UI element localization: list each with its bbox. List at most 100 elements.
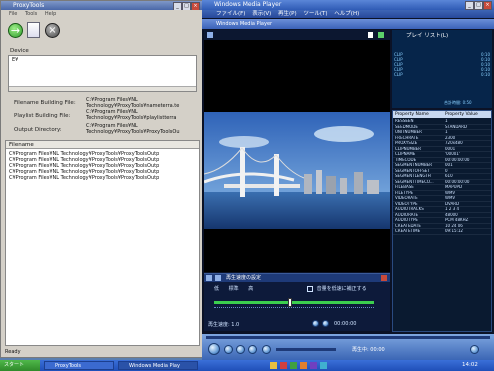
wmp-title: Windows Media Player bbox=[214, 1, 282, 8]
tray-icon[interactable] bbox=[320, 362, 327, 369]
property-row[interactable]: CREATETIME 09:15:12 bbox=[393, 229, 491, 235]
document-icon[interactable] bbox=[27, 22, 40, 38]
property-value: MAPUPD bbox=[445, 185, 463, 189]
wmp-titlebar[interactable]: Windows Media Player _ □ × bbox=[202, 0, 494, 10]
tray-icon[interactable] bbox=[280, 362, 287, 369]
taskbar-clock: 14:02 bbox=[462, 362, 478, 368]
file-list[interactable]: Filename C¥Program Files¥NL Technology¥P… bbox=[5, 140, 200, 346]
menu-tools[interactable]: Tools bbox=[25, 11, 37, 17]
tray-icon[interactable] bbox=[270, 362, 277, 369]
time-readout: 00:00:00 bbox=[334, 321, 357, 327]
go-icon[interactable]: → bbox=[8, 23, 23, 38]
stop-icon[interactable]: × bbox=[45, 23, 60, 38]
playlist-building-label: Playlist Building File: bbox=[14, 113, 71, 119]
property-name-header[interactable]: Property Name bbox=[393, 111, 445, 118]
fullscreen-button[interactable] bbox=[470, 345, 479, 354]
wmp-minimize-button[interactable]: _ bbox=[465, 1, 474, 10]
maximize-button[interactable]: □ bbox=[182, 2, 191, 10]
mute-button[interactable] bbox=[262, 345, 271, 354]
play-button[interactable] bbox=[208, 343, 220, 355]
filename-building-value[interactable]: C:¥Program Files¥NL Technology¥ProxyTool… bbox=[86, 97, 198, 109]
prev-setting-icon[interactable] bbox=[206, 275, 212, 281]
wmp-menubar: ファイル(F) 表示(V) 再生(P) ツール(T) ヘルプ(H) bbox=[202, 10, 494, 18]
wmp-inner-title: Windows Media Player bbox=[216, 21, 273, 27]
tray-icon[interactable] bbox=[300, 362, 307, 369]
device-value[interactable]: E¥ bbox=[12, 57, 18, 63]
speed-up-button[interactable] bbox=[322, 320, 329, 327]
wmp-maximize-button[interactable]: □ bbox=[474, 1, 483, 10]
speed-slider-track[interactable] bbox=[214, 301, 374, 304]
start-label: スタート bbox=[4, 362, 25, 368]
property-grid-header: Property Name Property Value bbox=[393, 111, 491, 118]
layout-icon[interactable] bbox=[378, 32, 384, 38]
property-value: '00001' bbox=[445, 152, 460, 156]
property-value: 10 24 06 bbox=[445, 223, 463, 228]
property-name: CLIPNAME bbox=[395, 152, 416, 156]
filename-building-label: Filename Building File: bbox=[14, 100, 76, 106]
tray-icon[interactable] bbox=[290, 362, 297, 369]
proxytools-titlebar[interactable]: ProxyTools _ □ × bbox=[1, 1, 202, 10]
device-scrollbar[interactable] bbox=[9, 86, 196, 91]
property-name: VIDEORATE bbox=[395, 196, 418, 200]
playlist-items: CLIP 0:10 CLIP 0:10 CLIP 0:10 CLIP 0:10 CLIP… bbox=[394, 52, 490, 77]
playlist-title[interactable]: プレイ リスト(L) bbox=[406, 31, 448, 39]
speed-presets: 低 標準 高 bbox=[214, 285, 253, 292]
wmp-menu-help[interactable]: ヘルプ(H) bbox=[334, 11, 359, 17]
speed-slow-link[interactable]: 低 bbox=[214, 286, 219, 292]
taskbar-proxytools[interactable]: ProxyTools bbox=[44, 361, 114, 370]
output-dir-label: Output Directory: bbox=[14, 127, 62, 133]
video-frame[interactable] bbox=[204, 112, 390, 229]
property-name: FILEBASE bbox=[395, 185, 414, 189]
wmp-menu-tools[interactable]: ツール(T) bbox=[303, 11, 327, 17]
device-group: Device E¥ bbox=[5, 48, 200, 93]
menu-icon[interactable] bbox=[207, 32, 213, 38]
close-button[interactable]: × bbox=[191, 2, 200, 10]
start-button[interactable]: スタート bbox=[0, 360, 40, 371]
speed-panel-close-icon[interactable] bbox=[381, 275, 387, 281]
stop-button[interactable] bbox=[224, 345, 233, 354]
tray-icon[interactable] bbox=[310, 362, 317, 369]
previous-button[interactable] bbox=[236, 345, 245, 354]
playlist-building-value[interactable]: C:¥Program Files¥NL Technology¥ProxyTool… bbox=[86, 109, 198, 121]
menu-file[interactable]: File bbox=[9, 11, 17, 17]
next-setting-icon[interactable] bbox=[215, 275, 221, 281]
speed-checkbox[interactable]: 音量を低速に補正する bbox=[307, 285, 367, 292]
property-name: PROXYSIZE bbox=[395, 141, 418, 145]
proxytools-title: ProxyTools bbox=[13, 2, 45, 9]
minimize-button[interactable]: _ bbox=[173, 2, 182, 10]
file-row[interactable]: C¥Program Files¥NL Technology¥ProxyTools… bbox=[9, 175, 197, 181]
property-grid[interactable]: Property Name Property Value RESSEEN 1 SE… bbox=[392, 110, 492, 332]
filename-header[interactable]: Filename bbox=[6, 142, 34, 148]
playlist-total: 合計時間: 0:50 bbox=[444, 100, 472, 105]
speed-slider-thumb[interactable] bbox=[288, 298, 292, 307]
property-name: SEGMENTLENGTH bbox=[395, 174, 431, 178]
video-toolbar bbox=[204, 30, 390, 40]
file-list-header[interactable]: Filename bbox=[6, 141, 199, 149]
speed-down-button[interactable] bbox=[312, 320, 319, 327]
speed-normal-link[interactable]: 標準 bbox=[229, 286, 239, 292]
playlist-item[interactable]: CLIP 0:10 bbox=[394, 72, 490, 77]
wmp-menu-play[interactable]: 再生(P) bbox=[278, 11, 297, 17]
wmp-inner-titlebar[interactable]: Windows Media Player bbox=[202, 19, 494, 29]
seek-bar[interactable] bbox=[206, 336, 490, 339]
speed-fast-link[interactable]: 高 bbox=[248, 286, 253, 292]
wmp-menu-view[interactable]: 表示(V) bbox=[252, 11, 271, 17]
wmp-close-button[interactable]: × bbox=[483, 1, 492, 10]
property-name: FILETYPE bbox=[395, 190, 414, 195]
property-name: SEGMENTNUMBER bbox=[395, 163, 433, 167]
wmp-window: Windows Media Player _ □ × ファイル(F) 表示(V)… bbox=[202, 0, 494, 360]
checkbox-icon[interactable] bbox=[307, 285, 313, 292]
pin-icon[interactable] bbox=[368, 32, 373, 38]
property-value-header[interactable]: Property Value bbox=[445, 111, 491, 118]
next-button[interactable] bbox=[248, 345, 257, 354]
taskbar-wmp[interactable]: Windows Media Play bbox=[118, 361, 198, 370]
proxytools-menubar: File Tools Help bbox=[9, 11, 199, 18]
status-bar: Ready bbox=[5, 349, 21, 355]
device-list[interactable]: E¥ bbox=[8, 55, 197, 92]
volume-slider[interactable] bbox=[276, 348, 336, 351]
property-value: 001 bbox=[445, 163, 453, 167]
property-name: RESSEEN bbox=[395, 119, 414, 123]
menu-help[interactable]: Help bbox=[45, 11, 56, 17]
output-dir-value[interactable]: C:¥Program Files¥NL Technology¥ProxyTool… bbox=[86, 123, 198, 135]
wmp-menu-file[interactable]: ファイル(F) bbox=[216, 11, 245, 17]
